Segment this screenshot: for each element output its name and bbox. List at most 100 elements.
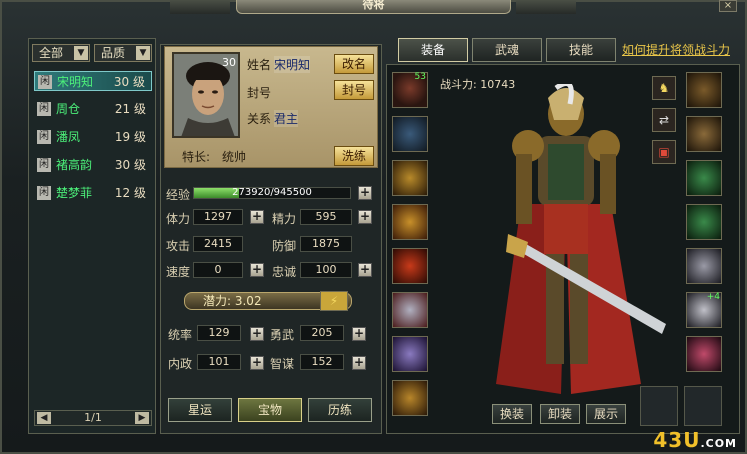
rename-button[interactable]: 改名: [334, 54, 374, 74]
defense-label: 防御: [272, 239, 297, 253]
potential-label: 潜力: 3.02: [203, 294, 262, 308]
energy-add-button[interactable]: +: [358, 210, 372, 224]
status-tag: 闲: [37, 102, 51, 116]
general-name: 潘凤: [56, 130, 81, 144]
helmet-slot[interactable]: 53: [392, 72, 428, 108]
general-level: 19 级: [114, 130, 146, 144]
sword-slot[interactable]: +4: [686, 292, 722, 328]
valor-add-button[interactable]: +: [352, 327, 366, 341]
specialty-value: 统帅: [222, 150, 247, 164]
general-name: 周仓: [56, 102, 81, 116]
quality-dropdown[interactable]: 品质 ▼: [94, 44, 152, 62]
speed-value: 0: [193, 262, 243, 278]
tab-soul[interactable]: 武魂: [472, 38, 542, 62]
treasure-button[interactable]: 宝物: [238, 398, 302, 422]
politics-add-button[interactable]: +: [250, 356, 264, 370]
chevron-down-icon: ▼: [74, 46, 88, 60]
list-pager: ◀ 1/1 ▶: [34, 410, 152, 426]
armor-slot[interactable]: [392, 204, 428, 240]
sword-level-badge: +4: [706, 292, 720, 302]
command-label: 统率: [168, 328, 193, 342]
title-button[interactable]: 封号: [334, 80, 374, 100]
title-label: 封号: [247, 86, 272, 100]
relation-value: 君主: [274, 110, 299, 127]
exp-add-button[interactable]: +: [358, 186, 372, 200]
defense-value: 1875: [300, 236, 352, 252]
speed-add-button[interactable]: +: [250, 263, 264, 277]
exp-label: 经验: [166, 188, 191, 202]
next-page-button[interactable]: ▶: [135, 412, 149, 424]
pet-slot[interactable]: [684, 386, 722, 426]
general-level: 30 级: [114, 158, 146, 172]
valor-label: 勇武: [270, 328, 295, 342]
unequip-button[interactable]: 卸装: [540, 404, 580, 424]
stamina-add-button[interactable]: +: [250, 210, 264, 224]
general-row[interactable]: 闲 楚梦菲 12 级: [34, 183, 152, 203]
tab-skill[interactable]: 技能: [546, 38, 616, 62]
valor-value: 205: [300, 325, 344, 341]
general-name: 楚梦菲: [56, 186, 93, 200]
ring-slot-1[interactable]: [686, 72, 722, 108]
jade-slot-2[interactable]: [686, 204, 722, 240]
speed-label: 速度: [166, 265, 191, 279]
wisdom-value: 152: [300, 354, 344, 370]
mount-slot[interactable]: [640, 386, 678, 426]
power-tip-link[interactable]: 如何提升将领战斗力: [622, 41, 730, 58]
faction-dropdown[interactable]: 全部 ▼: [32, 44, 90, 62]
portrait-level: 30: [222, 56, 236, 69]
attack-label: 攻击: [166, 239, 191, 253]
energy-label: 精力: [272, 212, 297, 226]
close-button[interactable]: ×: [719, 0, 737, 12]
faction-dropdown-value: 全部: [39, 46, 64, 60]
general-portrait: 30: [172, 52, 240, 138]
jade-slot-1[interactable]: [686, 160, 722, 196]
general-level: 21 级: [114, 102, 146, 116]
bracer-slot[interactable]: [392, 336, 428, 372]
name-label: 姓名: [247, 58, 272, 72]
site-watermark: 43U.COM: [653, 428, 737, 452]
stars-button[interactable]: 星运: [168, 398, 232, 422]
general-row[interactable]: 闲 周仓 21 级: [34, 99, 152, 119]
training-button[interactable]: 历练: [308, 398, 372, 422]
shoulder-slot[interactable]: [392, 160, 428, 196]
politics-value: 101: [197, 354, 241, 370]
quality-dropdown-value: 品质: [101, 46, 126, 60]
boots-slot[interactable]: [392, 380, 428, 416]
ring-slot-2[interactable]: [686, 116, 722, 152]
helmet-level-badge: 53: [414, 72, 426, 82]
stamina-value: 1297: [193, 209, 243, 225]
loyalty-add-button[interactable]: +: [358, 263, 372, 277]
show-button[interactable]: 展示: [586, 404, 626, 424]
window-title: 待将: [236, 0, 511, 14]
dagger-slot[interactable]: [686, 336, 722, 372]
general-row[interactable]: 闲 宋明知 30 级: [34, 71, 152, 91]
cloak-slot[interactable]: [392, 248, 428, 284]
wisdom-add-button[interactable]: +: [352, 356, 366, 370]
top-ornament-right: [516, 0, 576, 14]
general-level: 12 级: [114, 186, 146, 200]
potential-upgrade-icon[interactable]: ⚡: [320, 291, 348, 311]
wash-button[interactable]: 洗练: [334, 146, 374, 166]
belt-slot[interactable]: [392, 292, 428, 328]
status-tag: 闲: [37, 186, 51, 200]
general-name-value: 宋明知: [274, 56, 311, 73]
change-outfit-button[interactable]: 换装: [492, 404, 532, 424]
exp-bar: 273920/945500: [193, 187, 351, 199]
specialty-label: 特长:: [182, 150, 211, 164]
energy-value: 595: [300, 209, 352, 225]
politics-label: 内政: [168, 357, 193, 371]
status-tag: 闲: [37, 158, 51, 172]
command-value: 129: [197, 325, 241, 341]
tab-equipment[interactable]: 装备: [398, 38, 468, 62]
general-row[interactable]: 闲 潘凤 19 级: [34, 127, 152, 147]
relation-label: 关系: [247, 112, 272, 126]
necklace-slot[interactable]: [392, 116, 428, 152]
weapon-slot[interactable]: [686, 248, 722, 284]
stamina-label: 体力: [166, 212, 191, 226]
attack-value: 2415: [193, 236, 243, 252]
exp-text: 273920/945500: [232, 187, 312, 198]
top-ornament-left: [170, 0, 230, 14]
status-tag: 闲: [37, 130, 51, 144]
command-add-button[interactable]: +: [250, 327, 264, 341]
general-row[interactable]: 闲 褚高韵 30 级: [34, 155, 152, 175]
